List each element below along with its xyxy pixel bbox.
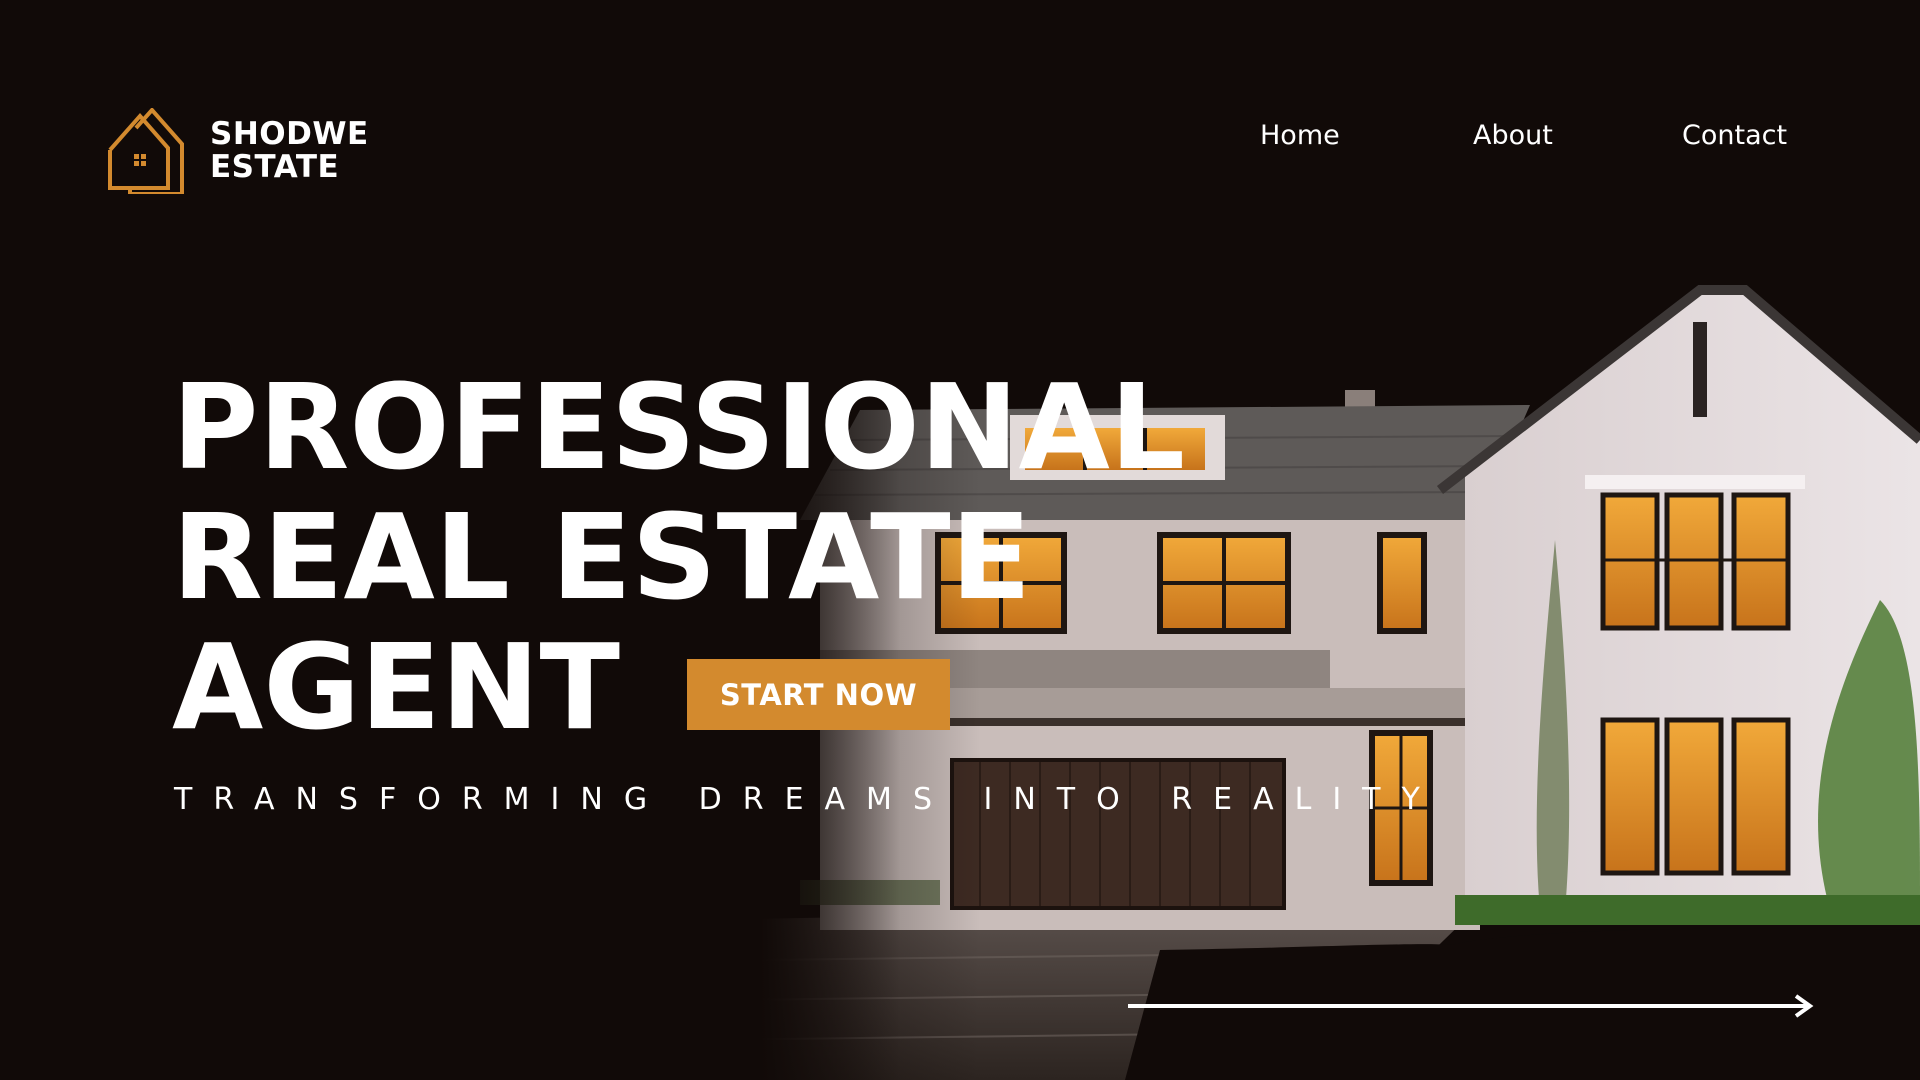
hero-tagline: TRANSFORMING DREAMS INTO REALITY xyxy=(174,782,1441,817)
nav-contact-link[interactable]: Contact xyxy=(1682,120,1787,151)
headline-line-1: PROFESSIONAL xyxy=(172,358,1186,496)
nav-home-link[interactable]: Home xyxy=(1260,120,1340,151)
headline-line-3: AGENT xyxy=(172,618,621,756)
arrow-right-icon[interactable] xyxy=(1128,992,1814,1020)
hero-headline: PROFESSIONAL REAL ESTATE AGENT xyxy=(172,362,1185,752)
start-now-button[interactable]: START NOW xyxy=(687,659,950,730)
landing-page: SHODWE ESTATE Home About Contact PROFESS… xyxy=(0,0,1920,1080)
main-nav: Home About Contact xyxy=(0,120,1920,160)
nav-about-link[interactable]: About xyxy=(1473,120,1553,151)
headline-line-2: REAL ESTATE xyxy=(172,488,1032,626)
